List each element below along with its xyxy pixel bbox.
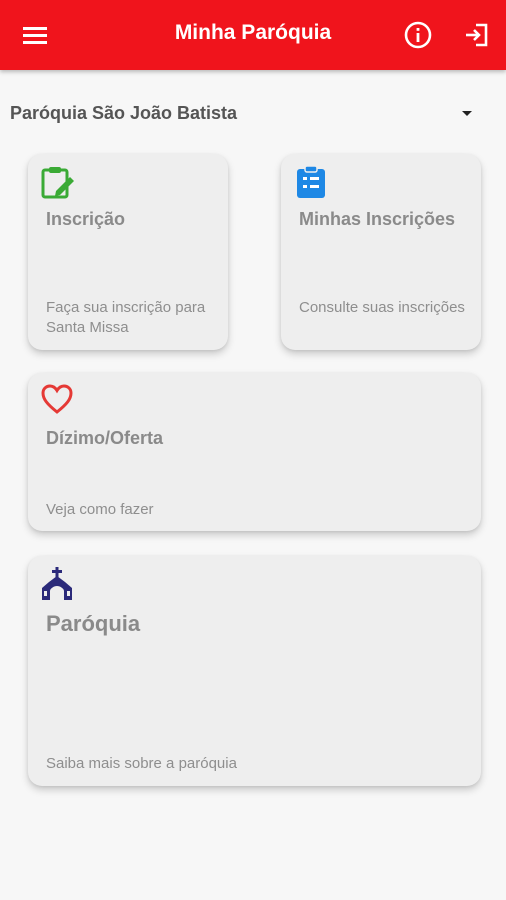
card-description: Veja como fazer — [46, 501, 154, 518]
minhas-inscricoes-card[interactable]: Minhas Inscrições Consulte suas inscriçõ… — [281, 154, 481, 350]
inscricao-card[interactable]: Inscrição Faça sua inscrição para Santa … — [28, 154, 228, 350]
logout-button[interactable] — [460, 18, 494, 52]
heart-icon — [40, 383, 74, 420]
clipboard-edit-icon — [40, 164, 76, 205]
card-title: Inscrição — [46, 209, 126, 229]
card-title: Paróquia — [46, 611, 141, 636]
logout-icon — [466, 23, 488, 47]
app-bar: Minha Paróquia — [0, 0, 506, 70]
paroquia-card[interactable]: Paróquia Saiba mais sobre a paróquia — [28, 556, 481, 786]
dizimo-card[interactable]: Dízimo/Oferta Veja como fazer — [28, 373, 481, 531]
card-description: Faça sua inscrição para Santa Missa — [46, 299, 206, 336]
dropdown-arrow-icon — [462, 111, 472, 116]
info-button[interactable] — [401, 18, 435, 52]
info-icon — [404, 21, 432, 49]
church-icon — [40, 566, 74, 607]
card-description: Consulte suas inscrições — [299, 299, 465, 316]
parish-dropdown[interactable]: Paróquia São João Batista — [10, 98, 488, 130]
parish-dropdown-value: Paróquia São João Batista — [10, 103, 238, 123]
card-title: Minhas Inscrições — [299, 209, 456, 229]
card-title: Dízimo/Oferta — [46, 428, 164, 448]
clipboard-list-icon — [293, 164, 329, 205]
card-description: Saiba mais sobre a paróquia — [46, 755, 237, 772]
